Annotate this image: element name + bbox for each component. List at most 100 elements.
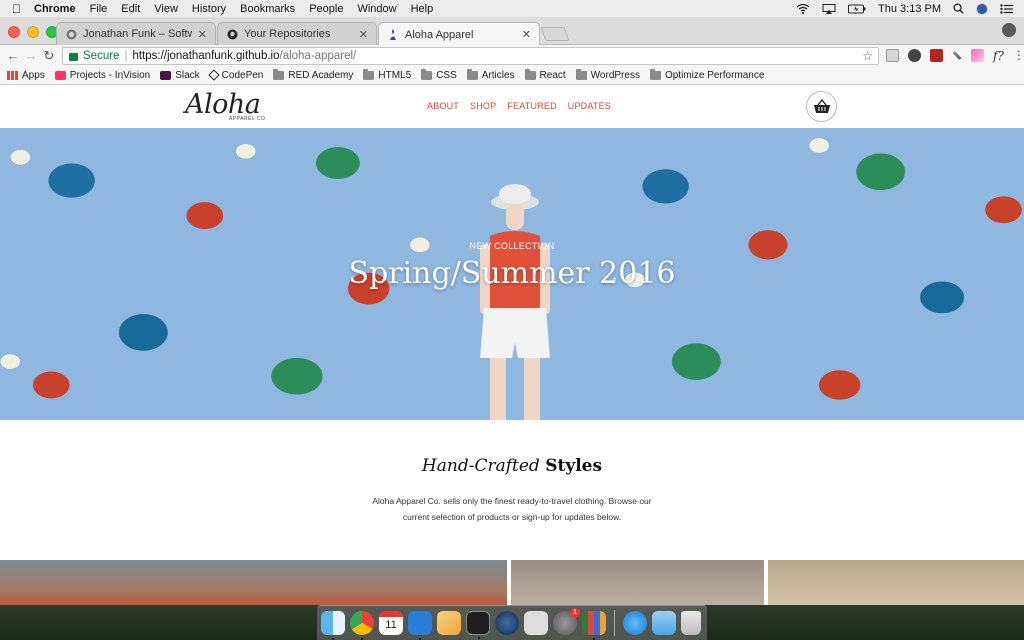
folder-icon [649,68,661,80]
menu-history[interactable]: History [192,3,226,15]
sketch-icon[interactable] [437,611,461,635]
folder-icon [421,68,433,80]
vscode-icon[interactable] [408,611,432,640]
bookmark-folder-react[interactable]: React [524,68,566,81]
user-avatar-icon[interactable] [976,2,988,15]
product-card-image[interactable] [511,560,764,610]
calendar-icon[interactable]: 11 [379,611,403,635]
profile-icon[interactable] [1002,23,1016,37]
reload-icon[interactable]: ↻ [40,48,58,64]
extension-grid-icon[interactable] [886,48,899,62]
battery-icon[interactable] [848,4,866,14]
eyedropper-icon[interactable] [952,50,962,60]
system-preferences-icon[interactable]: 1 [553,608,580,635]
color-picker-icon[interactable] [971,48,984,62]
bookmark-label: Articles [481,69,515,81]
menu-file[interactable]: File [90,3,108,15]
nav-link-updates[interactable]: UPDATES [568,101,611,111]
close-window-button[interactable] [8,26,20,38]
apple-menu-icon[interactable]:  [12,2,34,16]
intro-section: Hand-Crafted Styles Aloha Apparel Co. se… [0,420,1024,560]
menu-bookmarks[interactable]: Bookmarks [240,3,295,15]
extensions-area: f? ⋮ [886,48,1024,63]
minimize-window-button[interactable] [27,26,39,38]
tab-close-icon[interactable]: ✕ [359,28,368,41]
tab-jonathan-funk[interactable]: Jonathan Funk – Software Dev ✕ [56,22,216,45]
hero-banner: NEW COLLECTION Spring/Summer 2016 [0,128,1024,420]
folder-icon [466,68,478,80]
browser-toolbar: ← → ↻ Secure | https://jonathanfunk.gith… [0,45,1024,66]
notification-center-icon[interactable] [1000,3,1014,14]
bookmark-invision[interactable]: Projects - InVision [54,70,150,81]
terminal-icon[interactable] [466,611,490,639]
downloads-folder-icon[interactable] [652,611,676,635]
trash-icon[interactable] [681,611,701,635]
bookmark-folder-html5[interactable]: HTML5 [363,68,412,81]
nav-link-shop[interactable]: SHOP [470,101,496,111]
back-icon[interactable]: ← [4,48,22,63]
product-card-image[interactable] [0,560,507,610]
intro-heading-italic: Hand-Crafted [421,456,540,476]
bookmark-label: Slack [175,69,200,81]
intro-heading: Hand-Crafted Styles [0,456,1024,476]
address-bar[interactable]: Secure | https://jonathanfunk.github.io /… [62,47,879,65]
app-store-icon[interactable] [623,611,647,635]
menu-edit[interactable]: Edit [121,3,140,15]
clock[interactable]: Thu 3:13 PM [878,3,941,15]
folder-icon [524,68,536,80]
tab-close-icon[interactable]: ✕ [522,28,531,41]
bookmark-folder-wordpress[interactable]: WordPress [575,68,640,81]
chrome-icon[interactable] [350,611,374,640]
bookmark-folder-optimize-performance[interactable]: Optimize Performance [649,68,764,81]
product-grid [0,560,1024,610]
font-identifier-icon[interactable]: f? [993,49,1004,63]
bookmark-folder-articles[interactable]: Articles [466,68,515,81]
bookmark-folder-css[interactable]: CSS [421,68,457,81]
tab-your-repositories[interactable]: Your Repositories ✕ [217,22,377,45]
hero-eyebrow: NEW COLLECTION [469,241,555,251]
spotlight-search-icon[interactable] [953,3,964,14]
intro-paragraph: Aloha Apparel Co. sells only the finest … [372,496,652,522]
wifi-icon[interactable] [796,3,810,14]
url-host: https://jonathanfunk.github.io [132,50,280,62]
new-tab-button[interactable] [540,27,570,41]
shopping-basket-button[interactable] [806,91,837,122]
finder-icon[interactable] [321,611,345,640]
activity-monitor-icon[interactable] [582,611,606,640]
codepen-icon [207,69,220,81]
nav-link-featured[interactable]: FEATURED [507,101,556,111]
steam-icon[interactable] [495,611,519,635]
bookmark-label: HTML5 [378,69,412,81]
forward-icon[interactable]: → [22,48,40,63]
slack-icon [160,70,172,80]
settings-gear-icon[interactable] [908,48,921,62]
menu-people[interactable]: People [309,3,343,15]
site-header: Aloha APPAREL CO. ABOUT SHOP FEATURED UP… [0,85,1024,128]
ublock-icon[interactable] [930,48,943,62]
menu-app-name[interactable]: Chrome [34,3,76,15]
product-card-image[interactable] [768,560,1024,610]
bookmark-folder-red-academy[interactable]: RED Academy [273,68,354,81]
hero-title: Spring/Summer 2016 [348,256,676,291]
airplay-icon[interactable] [822,3,836,14]
tab-aloha-apparel[interactable]: Aloha Apparel ✕ [378,22,540,46]
nav-link-about[interactable]: ABOUT [427,101,459,111]
menu-view[interactable]: View [154,3,178,15]
site-logo-subtitle: APPAREL CO. [229,116,268,122]
bookmark-apps[interactable]: Apps [7,70,45,81]
apps-grid-icon [7,70,18,80]
chrome-menu-icon[interactable]: ⋮ [1013,48,1024,62]
sequel-pro-icon[interactable] [524,611,548,635]
url-path: /aloha-apparel/ [279,50,357,62]
folder-icon [575,68,587,80]
bookmark-slack[interactable]: Slack [160,69,200,81]
github-icon [226,28,238,40]
menu-help[interactable]: Help [411,3,434,15]
bookmark-star-icon[interactable]: ☆ [862,49,873,63]
tab-close-icon[interactable]: ✕ [198,28,207,41]
menu-window[interactable]: Window [357,3,396,15]
bookmark-label: RED Academy [288,69,354,81]
folder-icon [363,68,375,80]
dock-divider [614,610,615,636]
bookmark-codepen[interactable]: CodePen [207,69,263,81]
